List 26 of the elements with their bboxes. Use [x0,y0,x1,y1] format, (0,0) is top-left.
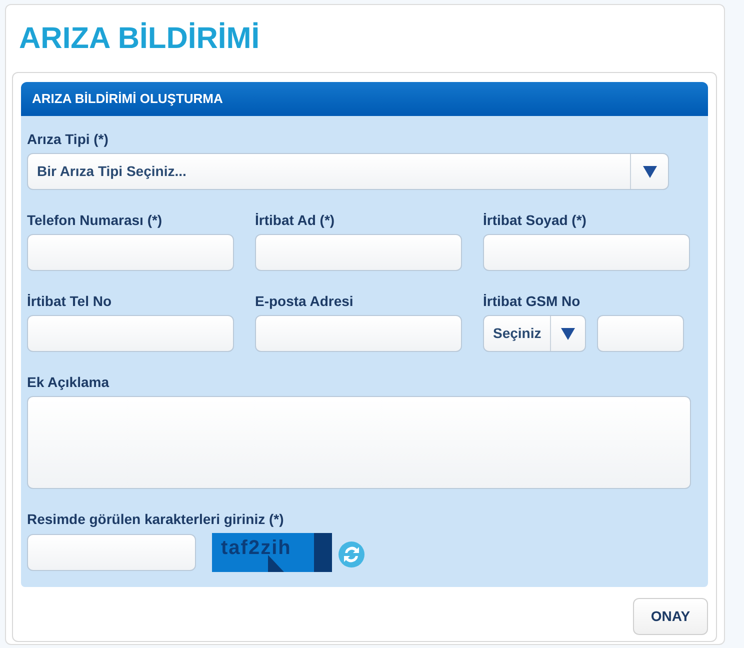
text-field[interactable] [27,315,234,352]
text-field[interactable] [483,234,690,271]
text-field[interactable] [255,234,462,271]
fault-type-dropdown[interactable]: Bir Arıza Tipi Seçiniz... [27,153,669,190]
field-label: Resimde görülen karakterleri giriniz (*) [27,511,285,527]
gsm-number-field[interactable] [597,315,684,352]
field-label: Ek Açıklama [27,374,110,390]
field-label: Telefon Numarası (*) [27,212,164,228]
submit-button[interactable]: ONAY [633,598,708,635]
captcha-field[interactable] [27,534,196,571]
refresh-icon[interactable] [338,540,365,568]
field-label: İrtibat Tel No [27,293,113,309]
panel-title: ARIZA BİLDİRİMİ OLUŞTURMA [32,90,223,108]
note-field[interactable] [27,396,691,489]
text-field[interactable] [27,234,234,271]
field-label: İrtibat Ad (*) [255,212,336,228]
gsm-prefix-dropdown[interactable]: Seçiniz [483,315,586,352]
caret-icon [560,326,576,340]
page-title: ARIZA BİLDİRİMİ [19,21,261,57]
caret-icon [642,164,658,178]
field-label: İrtibat GSM No [483,293,582,309]
field-label: Arıza Tipi (*) [27,131,110,147]
field-label: E-posta Adresi [255,293,354,309]
text-field[interactable] [255,315,462,352]
field-label: İrtibat Soyad (*) [483,212,588,228]
captcha-image: taf2zih [212,533,332,572]
